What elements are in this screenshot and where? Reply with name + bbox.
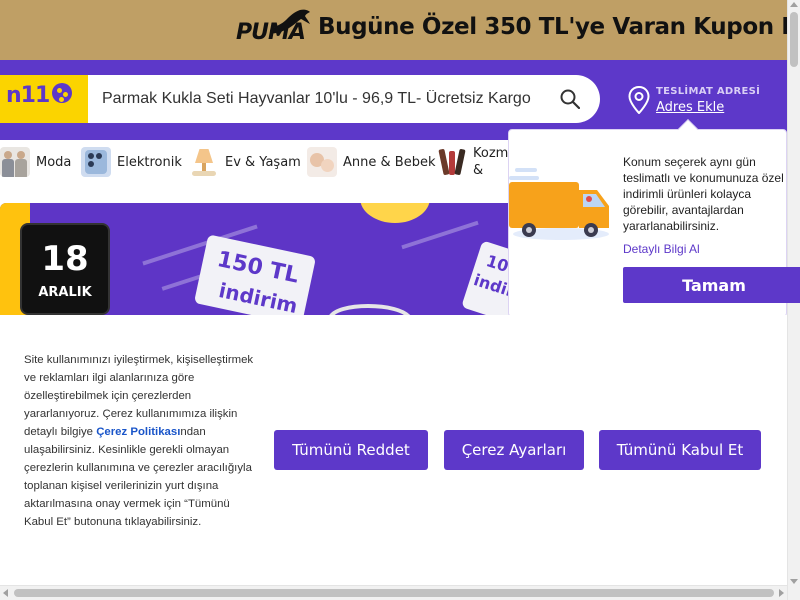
scroll-right-arrow-icon[interactable]: [779, 589, 784, 597]
popover-text: Konum seçerek aynı gün teslimatlı ve kon…: [623, 155, 784, 233]
lamp-icon: [189, 147, 219, 177]
horizontal-scroll-thumb[interactable]: [14, 589, 774, 597]
coupon-ticket-150: 150 TL indirim: [193, 234, 317, 315]
category-label: Ev & Yaşam: [225, 154, 301, 170]
promo-banner[interactable]: PUMA Bugüne Özel 350 TL'ye Varan Kupon F…: [0, 0, 787, 60]
accept-all-button[interactable]: Tümünü Kabul Et: [599, 430, 761, 470]
scroll-thumb[interactable]: [790, 12, 798, 67]
search-bar: [88, 75, 600, 123]
scroll-left-arrow-icon[interactable]: [3, 589, 8, 597]
category-item-anne-bebek[interactable]: Anne & Bebek: [307, 146, 435, 178]
address-popover: Konum seçerek aynı gün teslimatlı ve kon…: [508, 119, 800, 317]
phone-icon: [81, 147, 111, 177]
category-bar: Moda Elektronik Ev & Yaşam Anne & Bebek …: [0, 140, 510, 184]
coupon-ticket-100: 100 indirim: [461, 240, 510, 315]
location-pin-icon: [628, 86, 650, 114]
logo-ball-icon: [52, 83, 72, 103]
search-icon[interactable]: [560, 89, 580, 109]
reject-all-button[interactable]: Tümünü Reddet: [274, 430, 428, 470]
delivery-title: TESLİMAT ADRESİ: [656, 86, 761, 97]
hero-banner[interactable]: 18 ARALIK 150 TL indirim 100 indirim: [0, 203, 510, 315]
site-header: n11 TESLİMAT ADRESİ Adres Ekle: [0, 60, 787, 140]
category-label: Moda: [36, 154, 72, 170]
category-label: Elektronik: [117, 154, 182, 170]
horizontal-scrollbar[interactable]: [0, 585, 787, 600]
fashion-icon: [0, 147, 30, 177]
category-item-moda[interactable]: Moda: [0, 146, 71, 178]
hero-streak: [401, 220, 479, 250]
category-item-ev-yasam[interactable]: Ev & Yaşam: [189, 146, 301, 178]
ok-button[interactable]: Tamam: [623, 267, 800, 303]
hero-sun-shape: [360, 203, 430, 223]
cookie-policy-link[interactable]: Çerez Politikası: [96, 426, 180, 438]
cookie-text-part2: ndan ulaşabilirsiniz. Kesinlikle gerekli…: [24, 426, 252, 528]
cookie-consent-panel: Site kullanımınızı iyileştirmek, kişisel…: [0, 315, 787, 585]
more-info-link[interactable]: Detaylı Bilgi Al: [623, 242, 700, 256]
scroll-down-arrow-icon[interactable]: [790, 579, 798, 584]
logo-text: n11: [6, 83, 50, 108]
category-label: Anne & Bebek: [343, 154, 436, 170]
date-number: 18: [41, 239, 89, 279]
promo-text: Bugüne Özel 350 TL'ye Varan Kupon Fırsat…: [318, 14, 787, 40]
scroll-up-arrow-icon[interactable]: [790, 2, 798, 7]
category-item-elektronik[interactable]: Elektronik: [81, 146, 182, 178]
baby-icon: [307, 147, 337, 177]
hero-bag-handle-icon: [329, 304, 410, 315]
add-address-link[interactable]: Adres Ekle: [656, 100, 724, 115]
date-month: ARALIK: [38, 285, 92, 300]
puma-logo-text: PUMA: [236, 20, 306, 45]
delivery-truck-icon: [509, 168, 609, 240]
cookie-text: Site kullanımınızı iyileştirmek, kişisel…: [24, 351, 260, 531]
date-card: 18 ARALIK: [20, 223, 110, 315]
search-input[interactable]: [102, 85, 542, 113]
site-logo[interactable]: n11: [0, 75, 88, 123]
category-label: Kozmetik & Kişisel Bakım: [473, 146, 509, 178]
cookie-settings-button[interactable]: Çerez Ayarları: [444, 430, 584, 470]
category-item-kozmetik[interactable]: Kozmetik & Kişisel Bakım: [437, 146, 509, 178]
cosmetics-icon: [437, 147, 467, 177]
